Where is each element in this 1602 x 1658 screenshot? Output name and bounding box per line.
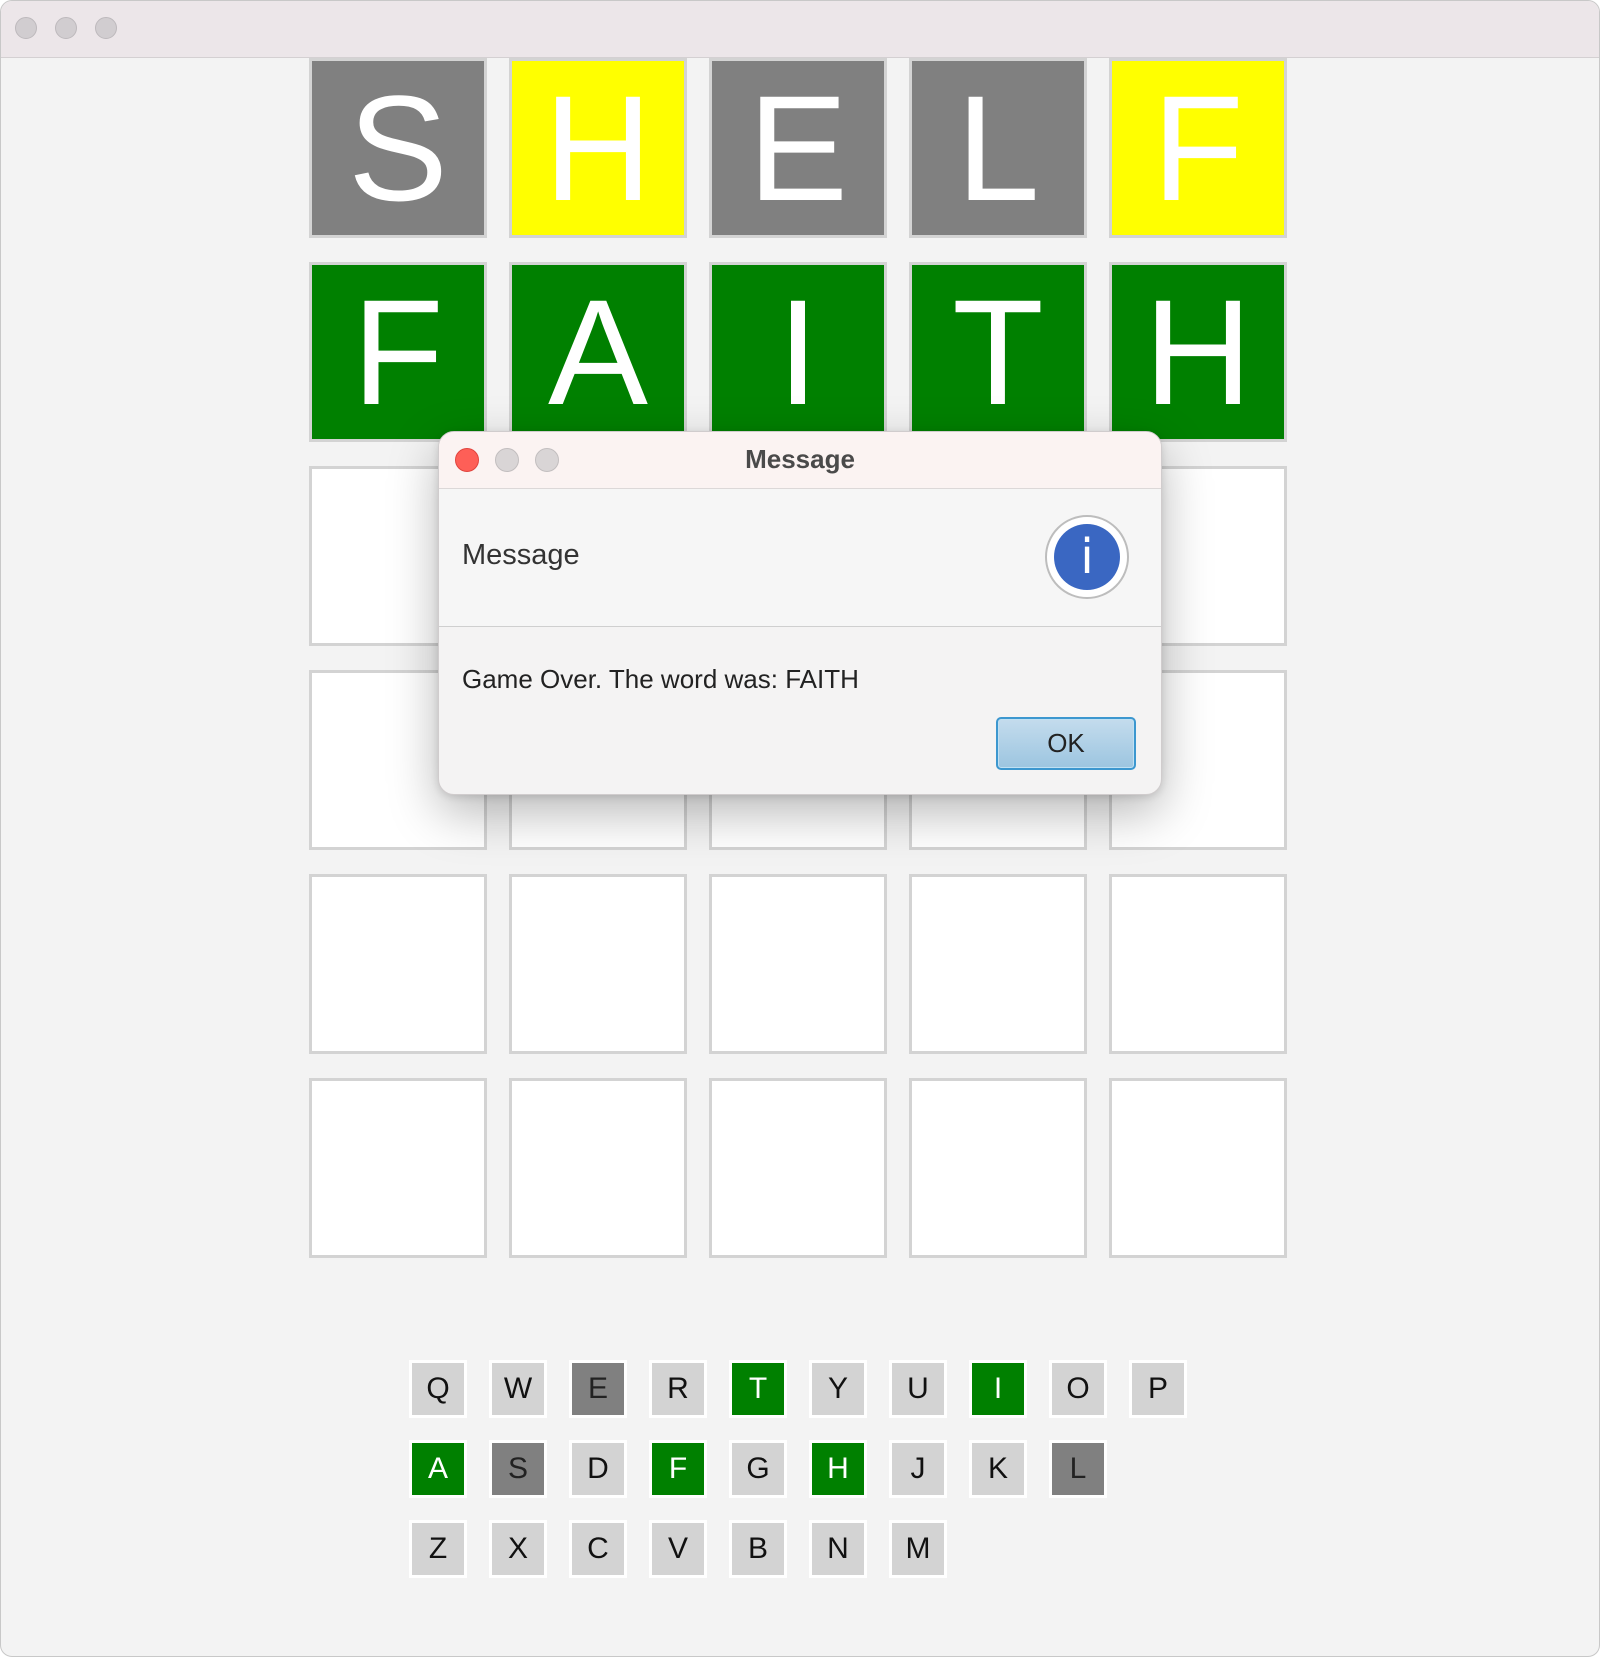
- window-zoom-button[interactable]: [95, 17, 117, 39]
- info-icon: i: [1054, 524, 1120, 590]
- dialog-message: Game Over. The word was: FAITH: [462, 664, 859, 694]
- board-tile: [509, 1078, 687, 1258]
- board-tile: [509, 874, 687, 1054]
- key-u[interactable]: U: [889, 1360, 947, 1418]
- key-f[interactable]: F: [649, 1440, 707, 1498]
- board-tile: [309, 1078, 487, 1258]
- dialog-header-text: Message: [462, 539, 580, 571]
- window-titlebar: [1, 1, 1599, 58]
- board-tile: A: [509, 262, 687, 442]
- key-k[interactable]: K: [969, 1440, 1027, 1498]
- board-tile: [909, 1078, 1087, 1258]
- dialog-title: Message: [745, 444, 855, 474]
- key-h[interactable]: H: [809, 1440, 867, 1498]
- board-tile: [909, 874, 1087, 1054]
- window-close-button[interactable]: [15, 17, 37, 39]
- board-tile: S: [309, 58, 487, 238]
- key-r[interactable]: R: [649, 1360, 707, 1418]
- board-tile: L: [909, 58, 1087, 238]
- key-g[interactable]: G: [729, 1440, 787, 1498]
- board-tile: H: [509, 58, 687, 238]
- key-w[interactable]: W: [489, 1360, 547, 1418]
- key-y[interactable]: Y: [809, 1360, 867, 1418]
- info-icon-frame: i: [1045, 515, 1129, 599]
- key-p[interactable]: P: [1129, 1360, 1187, 1418]
- window-minimize-button[interactable]: [55, 17, 77, 39]
- dialog-header: Message i: [439, 489, 1161, 627]
- dialog-titlebar: Message: [439, 432, 1161, 489]
- board-tile: I: [709, 262, 887, 442]
- key-d[interactable]: D: [569, 1440, 627, 1498]
- board-tile: T: [909, 262, 1087, 442]
- key-n[interactable]: N: [809, 1520, 867, 1578]
- key-c[interactable]: C: [569, 1520, 627, 1578]
- key-b[interactable]: B: [729, 1520, 787, 1578]
- key-i[interactable]: I: [969, 1360, 1027, 1418]
- key-j[interactable]: J: [889, 1440, 947, 1498]
- board-tile: [1109, 874, 1287, 1054]
- key-q[interactable]: Q: [409, 1360, 467, 1418]
- board-tile: H: [1109, 262, 1287, 442]
- board-tile: [309, 874, 487, 1054]
- key-x[interactable]: X: [489, 1520, 547, 1578]
- board-tile: F: [1109, 58, 1287, 238]
- ok-button[interactable]: OK: [996, 717, 1136, 770]
- key-l[interactable]: L: [1049, 1440, 1107, 1498]
- key-o[interactable]: O: [1049, 1360, 1107, 1418]
- board-tile: F: [309, 262, 487, 442]
- key-m[interactable]: M: [889, 1520, 947, 1578]
- board-tile: [709, 874, 887, 1054]
- key-a[interactable]: A: [409, 1440, 467, 1498]
- key-s[interactable]: S: [489, 1440, 547, 1498]
- key-t[interactable]: T: [729, 1360, 787, 1418]
- key-v[interactable]: V: [649, 1520, 707, 1578]
- key-e[interactable]: E: [569, 1360, 627, 1418]
- board-tile: [709, 1078, 887, 1258]
- message-dialog: Message Message i Game Over. The word wa…: [438, 431, 1162, 795]
- board-tile: E: [709, 58, 887, 238]
- game-window: SHELFFAITH QWERTYUIOPASDFGHJKLZXCVBNM Me…: [0, 0, 1600, 1657]
- key-z[interactable]: Z: [409, 1520, 467, 1578]
- board-tile: [1109, 1078, 1287, 1258]
